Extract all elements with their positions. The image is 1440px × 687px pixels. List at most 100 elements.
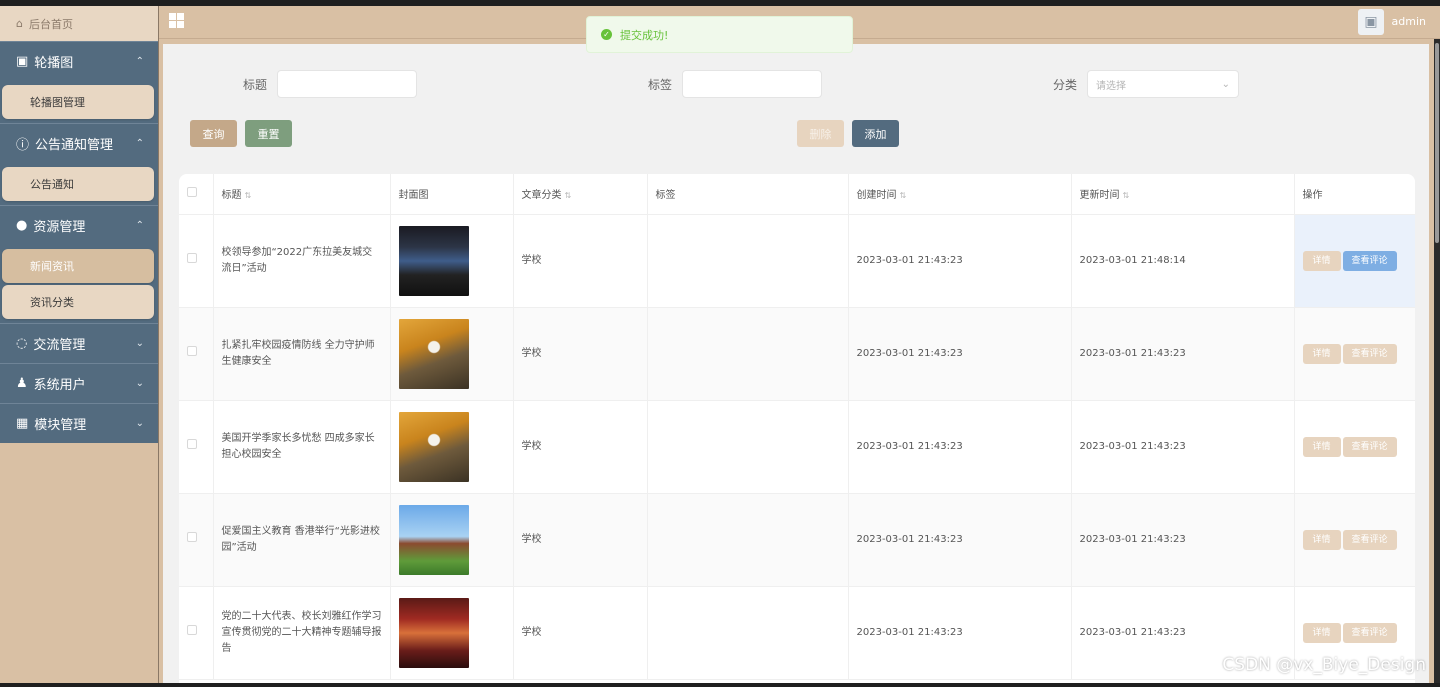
row-tag (647, 493, 849, 587)
row-tag (647, 586, 849, 680)
tag-filter: 标签 (648, 70, 823, 98)
image-icon: ▣ (16, 54, 29, 69)
row-updated: 2023-03-01 21:43:23 (1071, 400, 1295, 494)
row-checkbox[interactable] (187, 345, 197, 356)
main-content: 标题 标签 分类 请选择 ⌄ 查询 重置 删除 添加 标题 ⇅ 封面图 文章分类… (163, 44, 1429, 683)
detail-button[interactable]: 详情 (1302, 622, 1341, 643)
column-title[interactable]: 标题 ⇅ (213, 174, 391, 215)
grid-icon: ▦ (16, 416, 29, 431)
username[interactable]: admin (1392, 15, 1426, 28)
cover-image[interactable] (398, 597, 469, 668)
category-filter-label: 分类 (1053, 77, 1078, 92)
sidebar-group-label: 系统用户 (33, 378, 86, 393)
row-checkbox[interactable] (187, 624, 197, 635)
detail-button[interactable]: 详情 (1302, 529, 1341, 550)
chevron-up-icon: ⌃ (135, 138, 144, 149)
sidebar-group-users[interactable]: ♟ 系统用户 ⌄ (0, 363, 158, 403)
table-row[interactable]: 促爱国主义教育 香港举行“光影进校园”活动 学校 2023-03-01 21:4… (179, 493, 1415, 587)
view-comments-button[interactable]: 查看评论 (1342, 529, 1397, 550)
column-category[interactable]: 文章分类 ⇅ (513, 174, 648, 215)
sidebar-item-notice[interactable]: 公告通知 (2, 167, 154, 201)
add-button[interactable]: 添加 (852, 120, 899, 147)
menu-toggle-icon[interactable] (169, 13, 184, 28)
category-select[interactable]: 请选择 ⌄ (1087, 70, 1240, 98)
sidebar-group-modules[interactable]: ▦ 模块管理 ⌄ (0, 403, 158, 443)
watermark: CSDN @vx_Biye_Design (1222, 655, 1426, 675)
table-row[interactable]: 美国开学季家长多忧愁 四成多家长担心校园安全 学校 2023-03-01 21:… (179, 400, 1415, 494)
tag-filter-label: 标签 (648, 77, 673, 92)
sidebar-group-label: 资源管理 (33, 220, 86, 235)
sidebar-item-news-category[interactable]: 资讯分类 (2, 285, 154, 319)
title-filter: 标题 (243, 70, 418, 98)
sidebar-group-resources[interactable]: ● 资源管理 ⌃ (0, 205, 158, 245)
chevron-up-icon: ⌃ (135, 220, 144, 231)
row-updated: 2023-03-01 21:43:23 (1071, 307, 1295, 401)
toast-message: 提交成功! (620, 28, 669, 42)
sort-icon: ⇅ (244, 191, 252, 201)
check-icon: ✓ (601, 29, 612, 40)
row-created: 2023-03-01 21:43:23 (848, 307, 1072, 401)
row-category: 学校 (513, 586, 648, 680)
view-comments-button[interactable]: 查看评论 (1342, 343, 1397, 364)
row-checkbox[interactable] (187, 531, 197, 542)
table-row[interactable]: 扎紧扎牢校园疫情防线 全力守护师生健康安全 学校 2023-03-01 21:4… (179, 307, 1415, 401)
row-created: 2023-03-01 21:43:23 (848, 400, 1072, 494)
category-filter: 分类 请选择 ⌄ (1053, 70, 1240, 98)
row-category: 学校 (513, 214, 648, 308)
sidebar-group-label: 交流管理 (33, 338, 86, 353)
row-created: 2023-03-01 21:43:23 (848, 214, 1072, 308)
row-title: 校领导参加“2022广东拉美友城交流日”活动 (213, 214, 391, 308)
delete-button[interactable]: 删除 (797, 120, 844, 147)
news-table: 标题 ⇅ 封面图 文章分类 ⇅ 标签 创建时间 ⇅ 更新时间 ⇅ 操作 校领导参加“20… (179, 174, 1415, 683)
sidebar-group-label: 轮播图 (34, 56, 74, 71)
column-tag: 标签 (647, 174, 849, 215)
query-button[interactable]: 查询 (190, 120, 237, 147)
sidebar-home[interactable]: ⌂ 后台首页 (0, 6, 158, 41)
table-row[interactable]: 校领导参加“2022广东拉美友城交流日”活动 学校 2023-03-01 21:… (179, 214, 1415, 308)
info-icon: ⓘ (16, 138, 30, 153)
detail-button[interactable]: 详情 (1302, 343, 1341, 364)
bulb-icon: ● (16, 218, 28, 233)
sidebar-item-carousel-manage[interactable]: 轮播图管理 (2, 85, 154, 119)
table-header: 标题 ⇅ 封面图 文章分类 ⇅ 标签 创建时间 ⇅ 更新时间 ⇅ 操作 (179, 174, 1415, 215)
cover-image[interactable] (398, 411, 469, 482)
sidebar-group-label: 公告通知管理 (35, 138, 114, 153)
sort-icon: ⇅ (1122, 191, 1130, 201)
user-icon: ♟ (16, 376, 28, 391)
detail-button[interactable]: 详情 (1302, 250, 1341, 271)
sidebar-item-news[interactable]: 新闻资讯 (2, 249, 154, 283)
view-comments-button[interactable]: 查看评论 (1342, 436, 1397, 457)
row-checkbox[interactable] (187, 438, 197, 449)
sort-icon: ⇅ (899, 191, 907, 201)
row-tag (647, 214, 849, 308)
column-created[interactable]: 创建时间 ⇅ (848, 174, 1072, 215)
cover-image[interactable] (398, 318, 469, 389)
tag-input[interactable] (682, 70, 823, 98)
sidebar-group-carousel[interactable]: ▣ 轮播图 ⌃ (0, 41, 158, 81)
row-tag (647, 307, 849, 401)
sidebar-group-label: 模块管理 (34, 418, 87, 433)
sidebar-group-notice[interactable]: ⓘ 公告通知管理 ⌃ (0, 123, 158, 163)
column-updated[interactable]: 更新时间 ⇅ (1071, 174, 1295, 215)
reset-button[interactable]: 重置 (245, 120, 292, 147)
select-all-checkbox[interactable] (187, 187, 197, 198)
row-created: 2023-03-01 21:43:23 (848, 586, 1072, 680)
scrollbar[interactable] (1434, 39, 1440, 683)
row-category: 学校 (513, 493, 648, 587)
title-input[interactable] (277, 70, 418, 98)
avatar[interactable]: ▣ (1358, 9, 1384, 35)
chevron-down-icon: ⌄ (1221, 78, 1231, 90)
view-comments-button[interactable]: 查看评论 (1342, 250, 1397, 271)
row-title: 扎紧扎牢校园疫情防线 全力守护师生健康安全 (213, 307, 391, 401)
cover-image[interactable] (398, 225, 469, 296)
home-icon: ⌂ (16, 17, 23, 30)
view-comments-button[interactable]: 查看评论 (1342, 622, 1397, 643)
detail-button[interactable]: 详情 (1302, 436, 1341, 457)
row-checkbox[interactable] (187, 252, 197, 263)
row-title: 促爱国主义教育 香港举行“光影进校园”活动 (213, 493, 391, 587)
chat-icon: ◌ (16, 336, 28, 351)
cover-image[interactable] (398, 504, 469, 575)
chevron-down-icon: ⌄ (135, 338, 144, 349)
sidebar-group-exchange[interactable]: ◌ 交流管理 ⌄ (0, 323, 158, 363)
chevron-down-icon: ⌄ (135, 418, 144, 429)
